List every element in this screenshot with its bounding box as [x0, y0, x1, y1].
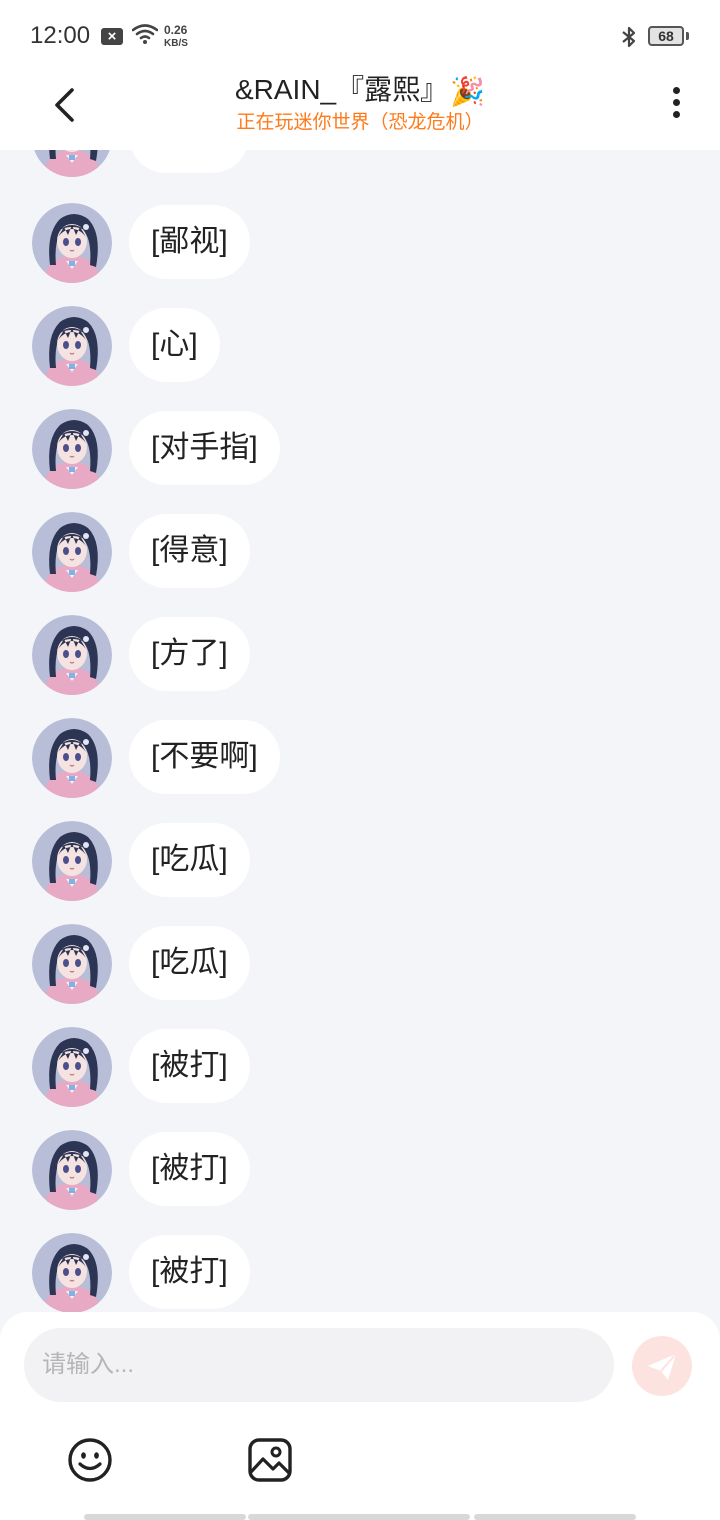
avatar[interactable]	[32, 150, 112, 177]
more-vertical-icon	[672, 87, 680, 94]
back-button[interactable]	[40, 80, 90, 130]
chat-header: &RAIN_『露熙』🎉 正在玩迷你世界（恐龙危机）	[0, 68, 720, 150]
net-speed-unit: KB/S	[164, 38, 188, 49]
battery-icon: 68	[648, 26, 684, 46]
more-options-button[interactable]	[662, 82, 690, 126]
party-popper-icon: 🎉	[450, 75, 486, 107]
message-row: [鄙视]	[0, 203, 720, 283]
chevron-left-icon	[55, 88, 74, 122]
title-block: &RAIN_『露熙』🎉 正在玩迷你世界（恐龙危机）	[0, 68, 720, 136]
chat-subtitle: 正在玩迷你世界（恐龙危机）	[236, 111, 484, 133]
message-row: [得意]	[0, 512, 720, 592]
message-row: [被打]	[0, 1233, 720, 1312]
message-bubble[interactable]: [被打]	[129, 1029, 250, 1103]
avatar[interactable]	[32, 306, 112, 386]
avatar[interactable]	[32, 615, 112, 695]
battery-tip	[686, 32, 689, 40]
message-bubble[interactable]: [方了]	[129, 617, 250, 691]
net-speed: 0.26 KB/S	[164, 24, 188, 50]
message-bubble[interactable]: [鄙视]	[129, 205, 250, 279]
bluetooth-icon	[620, 25, 638, 54]
message-row: [对手指]	[0, 409, 720, 489]
image-button[interactable]	[246, 1436, 294, 1484]
message-bubble[interactable]: [心]	[129, 308, 220, 382]
paper-plane-icon	[648, 1353, 677, 1380]
message-bubble-partial	[129, 150, 249, 173]
message-row: [被打]	[0, 1130, 720, 1210]
message-row: [方了]	[0, 615, 720, 695]
nav-indicator	[84, 1514, 246, 1520]
emoji-button[interactable]	[66, 1436, 114, 1484]
wifi-icon	[131, 24, 159, 49]
nav-indicator	[474, 1514, 636, 1520]
avatar[interactable]	[32, 718, 112, 798]
avatar[interactable]	[32, 821, 112, 901]
avatar[interactable]	[32, 1027, 112, 1107]
message-list[interactable]: [鄙视] [心] [对手指] [得意] [方了] [不要啊] [吃瓜] [吃瓜]…	[0, 150, 720, 1312]
close-box-icon: ×	[101, 28, 123, 45]
message-bubble[interactable]: [吃瓜]	[129, 926, 250, 1000]
message-bubble[interactable]: [不要啊]	[129, 720, 280, 794]
message-input[interactable]	[24, 1328, 614, 1402]
avatar[interactable]	[32, 1233, 112, 1312]
chat-title[interactable]: &RAIN_『露熙』🎉	[0, 72, 720, 110]
message-row: [被打]	[0, 1027, 720, 1107]
avatar[interactable]	[32, 924, 112, 1004]
input-panel	[0, 1312, 720, 1520]
message-row: [吃瓜]	[0, 924, 720, 1004]
message-row: [吃瓜]	[0, 821, 720, 901]
nav-indicator	[248, 1514, 470, 1520]
avatar[interactable]	[32, 203, 112, 283]
message-row: [心]	[0, 306, 720, 386]
net-speed-value: 0.26	[164, 23, 188, 37]
avatar[interactable]	[32, 512, 112, 592]
message-bubble[interactable]: [吃瓜]	[129, 823, 250, 897]
message-row-partial	[0, 150, 720, 177]
message-bubble[interactable]: [对手指]	[129, 411, 280, 485]
message-bubble[interactable]: [得意]	[129, 514, 250, 588]
image-icon	[248, 1438, 292, 1482]
status-time: 12:00	[30, 22, 91, 49]
message-row: [不要啊]	[0, 718, 720, 798]
message-bubble[interactable]: [被打]	[129, 1235, 250, 1309]
status-bar: 12:00 × 0.26 KB/S 68	[0, 0, 720, 68]
avatar[interactable]	[32, 409, 112, 489]
emoji-icon	[68, 1438, 112, 1482]
send-button[interactable]	[632, 1336, 692, 1396]
message-bubble[interactable]: [被打]	[129, 1132, 250, 1206]
avatar[interactable]	[32, 1130, 112, 1210]
chat-title-text: &RAIN_『露熙』	[234, 74, 449, 105]
